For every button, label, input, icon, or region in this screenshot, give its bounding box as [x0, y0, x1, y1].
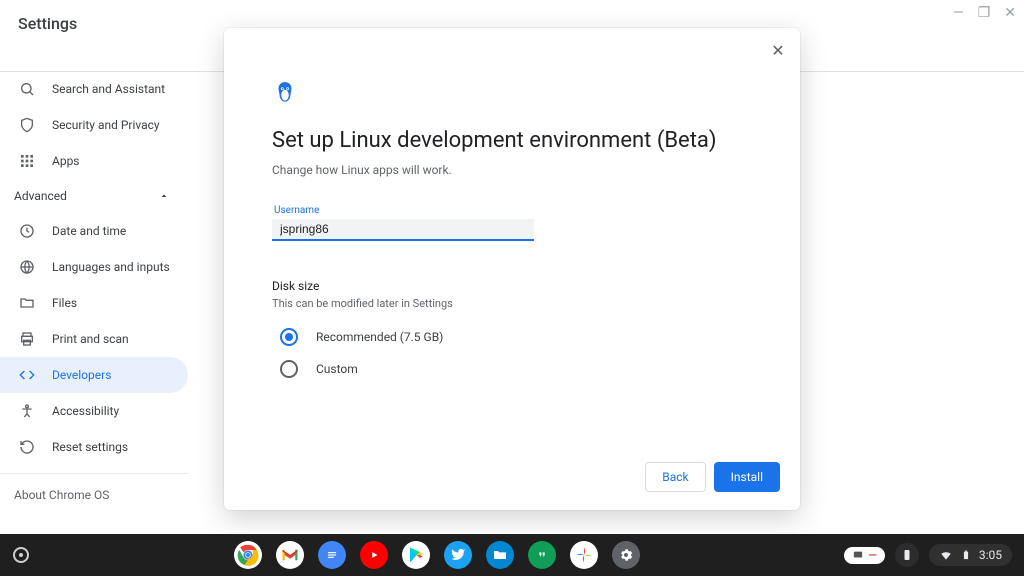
- linux-setup-dialog: ✕ Set up Linux development environment (…: [224, 28, 800, 510]
- sidebar-item-security-privacy[interactable]: Security and Privacy: [0, 107, 188, 143]
- sidebar-item-print-scan[interactable]: Print and scan: [0, 321, 188, 357]
- radio-label: Recommended (7.5 GB): [316, 330, 443, 344]
- files-app-icon[interactable]: [486, 541, 514, 569]
- install-button[interactable]: Install: [714, 462, 780, 492]
- disk-size-title: Disk size: [272, 279, 752, 293]
- apps-grid-icon: [18, 152, 36, 170]
- folder-icon: [18, 294, 36, 312]
- twitter-icon[interactable]: [444, 541, 472, 569]
- linux-penguin-icon: [272, 80, 752, 106]
- window-minimize-icon[interactable]: —: [953, 6, 964, 20]
- hangouts-icon[interactable]: [528, 541, 556, 569]
- sidebar-item-label: Search and Assistant: [52, 82, 165, 96]
- sidebar-item-label: Languages and inputs: [52, 260, 170, 274]
- sidebar-item-reset[interactable]: Reset settings: [0, 429, 188, 465]
- sidebar-item-label: Print and scan: [52, 332, 129, 346]
- input-method-indicator[interactable]: —: [844, 547, 884, 564]
- clock-text: 3:05: [979, 548, 1002, 562]
- wifi-icon: [939, 548, 953, 562]
- reset-icon: [18, 438, 36, 456]
- launcher-button[interactable]: [0, 547, 42, 563]
- sidebar-item-label: Files: [52, 296, 77, 310]
- sidebar-about[interactable]: About Chrome OS: [0, 474, 188, 516]
- search-icon: [18, 80, 36, 98]
- sidebar-item-files[interactable]: Files: [0, 285, 188, 321]
- radio-label: Custom: [316, 362, 358, 376]
- username-input[interactable]: [272, 219, 534, 241]
- sidebar-item-label: Developers: [52, 368, 111, 382]
- shelf: — 3:05: [0, 534, 1024, 576]
- radio-recommended[interactable]: Recommended (7.5 GB): [272, 328, 752, 346]
- sidebar-item-date-time[interactable]: Date and time: [0, 213, 188, 249]
- sidebar-item-developers[interactable]: Developers: [0, 357, 188, 393]
- sidebar-section-label: Advanced: [14, 189, 67, 203]
- sidebar-section-advanced[interactable]: Advanced: [0, 179, 188, 213]
- play-store-icon[interactable]: [402, 541, 430, 569]
- globe-icon: [18, 258, 36, 276]
- dialog-close-button[interactable]: ✕: [766, 38, 790, 62]
- youtube-icon[interactable]: [360, 541, 388, 569]
- printer-icon: [18, 330, 36, 348]
- sidebar-item-label: Apps: [52, 154, 80, 168]
- gmail-icon[interactable]: [276, 541, 304, 569]
- sidebar-item-label: Accessibility: [52, 404, 119, 418]
- battery-icon: [961, 548, 971, 562]
- status-area[interactable]: — 3:05: [832, 543, 1024, 567]
- code-icon: [18, 366, 36, 384]
- settings-app-icon[interactable]: [612, 541, 640, 569]
- sidebar-item-search-assistant[interactable]: Search and Assistant: [0, 71, 188, 107]
- radio-button-icon: [280, 360, 298, 378]
- photos-icon[interactable]: [570, 541, 598, 569]
- username-label: Username: [272, 205, 752, 216]
- sidebar-item-label: Security and Privacy: [52, 118, 160, 132]
- sidebar-item-apps[interactable]: Apps: [0, 143, 188, 179]
- sidebar-item-label: Reset settings: [52, 440, 128, 454]
- window-maximize-icon[interactable]: ❐: [978, 6, 991, 20]
- chevron-up-icon: [158, 190, 170, 202]
- radio-custom[interactable]: Custom: [272, 360, 752, 378]
- disk-size-subtitle: This can be modified later in Settings: [272, 297, 752, 310]
- shield-icon: [18, 116, 36, 134]
- docs-icon[interactable]: [318, 541, 346, 569]
- chrome-icon[interactable]: [234, 541, 262, 569]
- dialog-subtitle: Change how Linux apps will work.: [272, 163, 752, 177]
- radio-button-icon: [280, 328, 298, 346]
- sidebar: Search and Assistant Security and Privac…: [0, 71, 188, 530]
- phone-hub-icon[interactable]: [895, 543, 919, 567]
- back-button[interactable]: Back: [645, 462, 705, 492]
- clock-icon: [18, 222, 36, 240]
- sidebar-item-accessibility[interactable]: Accessibility: [0, 393, 188, 429]
- sidebar-item-label: Date and time: [52, 224, 126, 238]
- window-close-icon[interactable]: ✕: [1004, 6, 1016, 20]
- shelf-apps: [42, 541, 832, 569]
- accessibility-icon: [18, 402, 36, 420]
- status-tray[interactable]: 3:05: [929, 544, 1012, 566]
- sidebar-item-languages[interactable]: Languages and inputs: [0, 249, 188, 285]
- dialog-title: Set up Linux development environment (Be…: [272, 128, 752, 153]
